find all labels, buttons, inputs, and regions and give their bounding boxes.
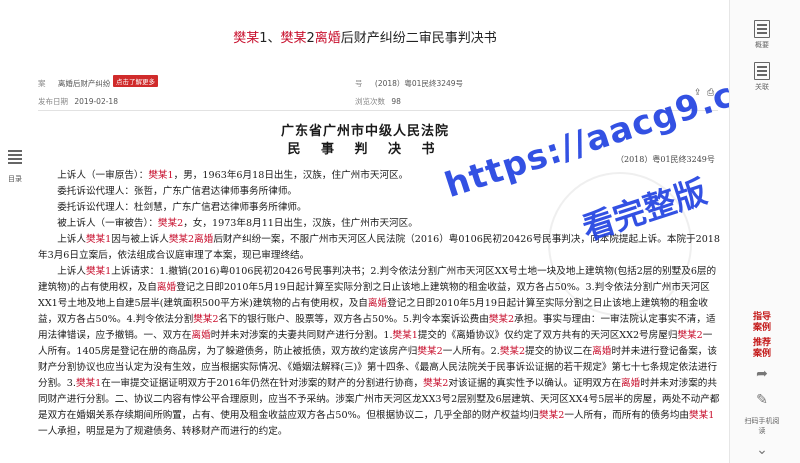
highlighted-term: 樊某2 xyxy=(488,314,515,325)
text-run: 名下的银行账户、股票等，双方各占50%。5.判令本案诉讼费由 xyxy=(218,314,489,325)
scan-qr-button[interactable]: 扫码手机阅读 xyxy=(742,416,782,436)
highlighted-term: 樊某2 xyxy=(157,218,184,229)
paragraph: 上诉人樊某1上诉请求：1.撤销(2016)粤0106民初20426号民事判决书；… xyxy=(38,264,720,440)
title-run: 樊某 xyxy=(280,31,307,46)
highlighted-term: 樊某1 xyxy=(85,234,112,245)
summary-button[interactable]: 概要 xyxy=(744,20,780,50)
title-run: 2 xyxy=(306,31,315,46)
learn-more-badge[interactable]: 点击了解更多 xyxy=(113,75,158,87)
cause-value: 离婚后财产纠纷 xyxy=(57,79,111,88)
highlighted-term: 樊某2 xyxy=(499,346,526,357)
guide-cases-button[interactable]: 指导 案例 xyxy=(744,312,780,334)
highlighted-term: 离婚 xyxy=(156,282,177,293)
document-case-number: （2018）粤01民终3249号 xyxy=(616,155,715,164)
highlighted-term: 离婚 xyxy=(367,298,388,309)
text-run: 对该证据的真实性予以确认。证明双方在 xyxy=(448,378,622,389)
text-run: 上诉人 xyxy=(57,234,86,245)
caseno-meta: 号 (2018）粤01民终3249号 xyxy=(355,78,463,89)
right-toolbar: 概要 关联 指导 案例 推荐 案例 ➦ ✎ 扫码手机阅读 ⌄ xyxy=(729,0,800,463)
highlighted-term: 离婚 xyxy=(592,346,612,357)
guide-label-2: 案例 xyxy=(752,323,771,333)
share-arrow-icon[interactable]: ➦ xyxy=(744,366,780,382)
title-run: 樊某 xyxy=(233,31,260,46)
text-run: 因与被上诉人 xyxy=(111,234,169,245)
guide-label-1: 指导 xyxy=(752,312,771,322)
highlighted-term: 樊某1 xyxy=(85,266,112,277)
cause-label: 案 xyxy=(38,79,46,88)
highlighted-term: 离婚 xyxy=(191,330,211,341)
highlighted-term: 樊某2 xyxy=(193,314,219,325)
text-run: 时并未对涉案的夫妻共同财产进行分割。1. xyxy=(210,330,393,341)
highlighted-term: 离婚 xyxy=(621,378,641,389)
caseno-value: (2018）粤01民终3249号 xyxy=(374,79,464,88)
text-run: 一人所有，而所有的债务均由 xyxy=(564,410,690,421)
text-run: 一人所有。2. xyxy=(442,346,500,357)
views-meta: 浏览次数 98 xyxy=(355,96,401,107)
date-label: 发布日期 xyxy=(38,97,68,106)
highlighted-term: 樊某1 xyxy=(392,330,418,341)
toc-label: 目录 xyxy=(8,175,22,183)
edit-icon[interactable]: ✎ xyxy=(744,392,780,408)
page-title: 樊某1、樊某2离婚后财产纠纷二审民事判决书 xyxy=(0,27,730,46)
scroll-down-icon[interactable]: ⌄ xyxy=(744,442,780,458)
text-run: 一人承担，明显是为了规避债务、转移财产而进行的约定。 xyxy=(38,426,288,437)
highlighted-term: 樊某1 xyxy=(689,410,715,421)
highlighted-term: 樊某2 xyxy=(417,346,443,357)
document-icon xyxy=(754,20,770,38)
highlighted-term: 樊某1 xyxy=(75,378,102,389)
highlighted-term: 樊某2 xyxy=(539,410,565,421)
text-run: 委托诉讼代理人：张哲，广东广信君达律师事务所律师。 xyxy=(57,186,298,197)
recommend-cases-button[interactable]: 推荐 案例 xyxy=(744,338,780,360)
views-value: 98 xyxy=(391,97,401,106)
title-run: 离婚 xyxy=(314,31,341,46)
highlighted-term: 离婚 xyxy=(194,234,214,245)
title-run: 1、 xyxy=(259,31,281,46)
text-run: 被上诉人（一审被告）： xyxy=(57,218,158,229)
text-run: 委托诉讼代理人：杜剑慧，广东广信君达律师事务所律师。 xyxy=(57,202,307,213)
paragraph: 上诉人（一审原告）：樊某1，男，1963年6月18日出生，汉族，住广州市天河区。 xyxy=(38,168,720,184)
related-label: 关联 xyxy=(755,83,769,91)
text-run: ，男，1963年6月18日出生，汉族，住广州市天河区。 xyxy=(173,170,409,181)
caseno-label: 号 xyxy=(355,79,363,88)
recommend-label-2: 案例 xyxy=(752,349,771,359)
summary-label: 概要 xyxy=(755,41,769,49)
date-meta: 发布日期 2019-02-18 xyxy=(38,96,118,107)
related-doc-icon xyxy=(754,62,770,80)
date-value: 2019-02-18 xyxy=(74,97,118,106)
text-run: 上诉人 xyxy=(57,266,86,277)
text-run: 提交的《离婚协议》仅约定了双方共有的天河区XX2号房屋归 xyxy=(417,330,678,341)
text-run: 上诉人（一审原告）： xyxy=(57,170,149,181)
text-run: 在一审提交证据证明双方于2016年仍然在针对涉案的财产的分割进行协商， xyxy=(101,378,424,389)
highlighted-term: 樊某2 xyxy=(423,378,449,389)
cause-meta: 案 离婚后财产纠纷 xyxy=(38,78,110,89)
highlighted-term: 樊某1 xyxy=(148,170,174,181)
highlighted-term: 樊某2 xyxy=(168,234,195,245)
recommend-label-1: 推荐 xyxy=(752,338,771,348)
related-button[interactable]: 关联 xyxy=(744,62,780,92)
scan-label: 扫码手机阅读 xyxy=(744,417,780,435)
views-label: 浏览次数 xyxy=(355,97,385,106)
text-run: 提交的协议二在 xyxy=(525,346,593,357)
title-run: 后财产纠纷二审民事判决书 xyxy=(340,31,497,46)
highlighted-term: 樊某2 xyxy=(677,330,703,341)
text-run: ，女，1973年8月11日出生，汉族，住广州市天河区。 xyxy=(183,218,418,229)
